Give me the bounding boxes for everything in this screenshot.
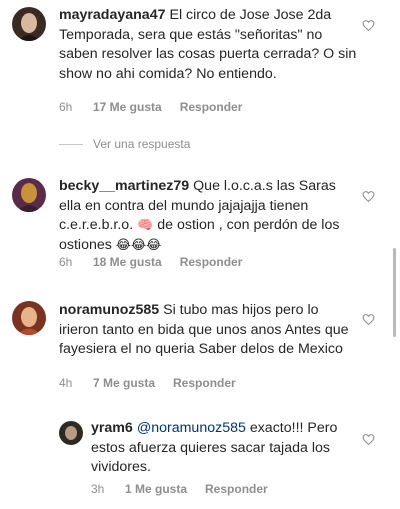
avatar[interactable] xyxy=(12,178,46,212)
heart-icon[interactable] xyxy=(362,19,375,32)
reply-button[interactable]: Responder xyxy=(205,482,268,496)
comment-meta: 6h 17 Me gusta Responder xyxy=(59,100,242,114)
comment-likes[interactable]: 1 Me gusta xyxy=(125,482,187,496)
comment-likes[interactable]: 18 Me gusta xyxy=(93,255,162,269)
laughing-emoji: 😂😂😂 xyxy=(115,237,162,253)
comment-time: 6h xyxy=(59,255,73,269)
comment-time: 4h xyxy=(59,376,73,390)
reply-button[interactable]: Responder xyxy=(180,100,243,114)
comment-text-block: yram6 @noramunoz585 exacto!!! Pero estos … xyxy=(91,419,341,478)
view-replies-label[interactable]: Ver una respuesta xyxy=(93,137,190,151)
comment-likes[interactable]: 7 Me gusta xyxy=(93,376,155,390)
avatar-image xyxy=(12,7,46,41)
comment-meta: 4h 7 Me gusta Responder xyxy=(59,376,236,390)
comment-text-block: becky__martinez79 Que l.o.c.a.s las Saras… xyxy=(59,177,351,255)
divider-line xyxy=(59,143,83,145)
avatar-image xyxy=(59,421,83,445)
avatar[interactable] xyxy=(59,421,83,445)
comment-username[interactable]: becky__martinez79 xyxy=(59,178,189,194)
avatar-image xyxy=(12,301,46,335)
comment-time: 6h xyxy=(59,100,73,114)
avatar[interactable] xyxy=(12,301,46,335)
comment-meta: 3h 1 Me gusta Responder xyxy=(91,482,268,496)
avatar-image xyxy=(12,178,46,212)
comment-username[interactable]: mayradayana47 xyxy=(59,7,165,23)
comment-time: 3h xyxy=(91,482,105,496)
scrollbar[interactable] xyxy=(393,248,396,337)
mention-link[interactable]: @noramunoz585 xyxy=(137,420,246,436)
heart-icon[interactable] xyxy=(362,313,375,326)
heart-icon[interactable] xyxy=(362,190,375,203)
heart-icon[interactable] xyxy=(362,433,375,446)
view-replies-link[interactable]: Ver una respuesta xyxy=(59,137,190,151)
comment-text-block: noramunoz585 Si tubo mas hijos pero lo ir… xyxy=(59,301,359,360)
comment-meta: 6h 18 Me gusta Responder xyxy=(59,255,242,269)
comment-likes[interactable]: 17 Me gusta xyxy=(93,100,162,114)
comment-username[interactable]: yram6 xyxy=(91,420,133,436)
comment-text-block: mayradayana47 El circo de Jose Jose 2da T… xyxy=(59,6,359,84)
reply-button[interactable]: Responder xyxy=(180,255,243,269)
avatar[interactable] xyxy=(12,7,46,41)
comment-username[interactable]: noramunoz585 xyxy=(59,302,159,318)
brain-emoji: 🧠 xyxy=(137,218,154,234)
reply-button[interactable]: Responder xyxy=(173,376,236,390)
